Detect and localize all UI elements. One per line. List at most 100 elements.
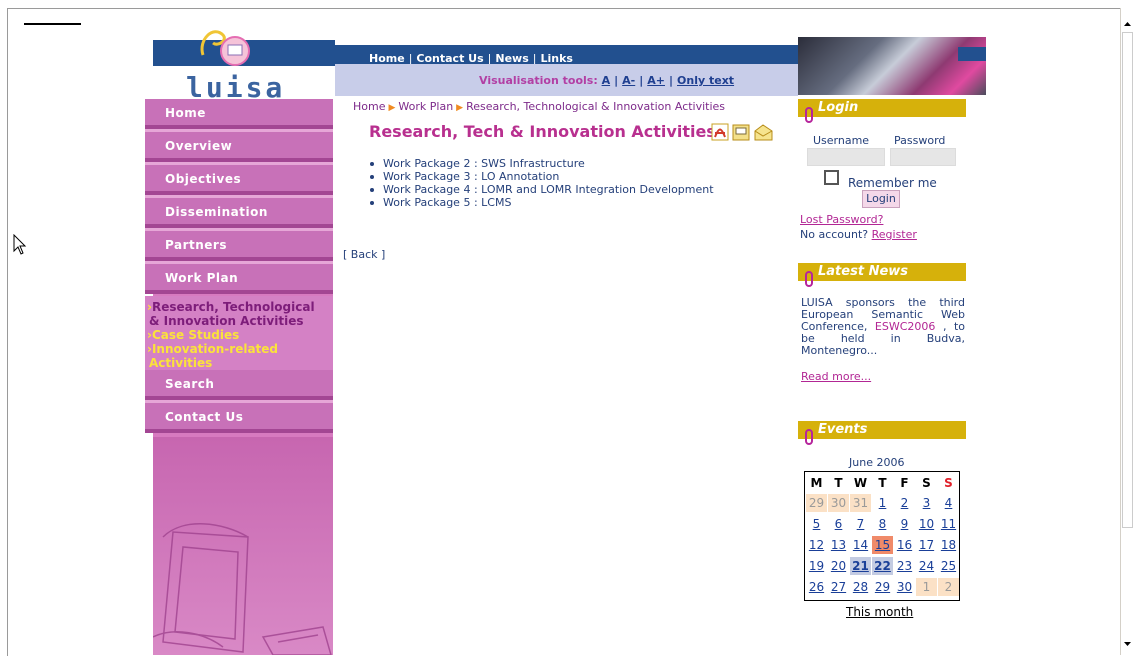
sidebar-item-label: Overview: [165, 139, 233, 153]
email-icon[interactable]: [754, 124, 773, 141]
submenu-item-innovation-line2[interactable]: Activities: [149, 357, 212, 370]
calendar-day[interactable]: 17: [916, 536, 937, 554]
submenu-item-research[interactable]: ›Research, Technological: [147, 301, 315, 314]
calendar-day[interactable]: 7: [850, 515, 871, 533]
login-header: Login: [798, 99, 966, 117]
sidebar-item-contact-us[interactable]: Contact Us: [145, 403, 333, 433]
site-logo[interactable]: luisa: [153, 30, 335, 104]
events-title: Events: [818, 422, 868, 437]
calendar-weekday: T: [878, 476, 887, 490]
calendar-day[interactable]: 23: [894, 557, 915, 575]
calendar-day[interactable]: 3: [916, 494, 937, 512]
viz-font-smaller-link[interactable]: A-: [622, 74, 635, 87]
breadcrumb-home[interactable]: Home: [353, 100, 385, 113]
calendar-day[interactable]: 14: [850, 536, 871, 554]
calendar-weekday: T: [834, 476, 843, 490]
calendar-day[interactable]: 27: [828, 578, 849, 596]
sidebar-item-dissemination[interactable]: Dissemination: [145, 198, 333, 228]
calendar-day[interactable]: 18: [938, 536, 959, 554]
this-month-link[interactable]: This month: [846, 605, 913, 619]
login-button[interactable]: Login: [862, 190, 900, 208]
submenu-item-innovation[interactable]: ›Innovation-related: [147, 343, 278, 356]
viz-font-larger-link[interactable]: A+: [647, 74, 665, 87]
top-nav: Home | Contact Us | News | Links: [335, 45, 798, 65]
sidebar-item-label: Search: [165, 377, 215, 391]
calendar-day[interactable]: 1: [872, 494, 893, 512]
bullet-icon: [370, 201, 374, 205]
calendar-day[interactable]: 5: [806, 515, 827, 533]
username-input[interactable]: [807, 148, 885, 166]
paperclip-icon: [805, 107, 813, 123]
back-link[interactable]: [ Back ]: [343, 248, 385, 261]
password-label: Password: [894, 134, 946, 147]
calendar-day[interactable]: 28: [850, 578, 871, 596]
submenu-item-label: Activities: [149, 356, 213, 370]
calendar-day[interactable]: 12: [806, 536, 827, 554]
calendar-weekday: W: [853, 476, 868, 490]
calendar-day[interactable]: 11: [938, 515, 959, 533]
scroll-down-icon[interactable]: [1121, 638, 1133, 650]
submenu-item-label: & Innovation Activities: [149, 314, 304, 328]
submenu-item-label: Innovation-related: [151, 342, 279, 356]
viz-font-normal-link[interactable]: A: [602, 74, 611, 87]
sidebar-item-work-plan[interactable]: Work Plan: [145, 264, 333, 294]
calendar-day[interactable]: 22: [872, 557, 893, 575]
password-input[interactable]: [890, 148, 956, 166]
calendar-day[interactable]: 4: [938, 494, 959, 512]
logo-graphic-icon: [200, 30, 250, 66]
calendar-day[interactable]: 6: [828, 515, 849, 533]
paperclip-icon: [805, 271, 813, 287]
news-text: LUISA sponsors the third European Semant…: [801, 297, 965, 357]
calendar-day[interactable]: 13: [828, 536, 849, 554]
sidebar-item-overview[interactable]: Overview: [145, 132, 333, 162]
calendar-weekday: S: [922, 476, 931, 490]
calendar-day[interactable]: 29: [872, 578, 893, 596]
sidebar-item-partners[interactable]: Partners: [145, 231, 333, 261]
calendar-weekday: F: [900, 476, 909, 490]
calendar-day[interactable]: 9: [894, 515, 915, 533]
scroll-up-icon[interactable]: [1121, 18, 1133, 30]
calendar-day[interactable]: 25: [938, 557, 959, 575]
bullet-icon: [370, 188, 374, 192]
list-item[interactable]: Work Package 2 : SWS Infrastructure: [370, 157, 714, 170]
sidebar-item-home[interactable]: Home: [145, 99, 333, 129]
calendar-day[interactable]: 16: [894, 536, 915, 554]
calendar-day[interactable]: 26: [806, 578, 827, 596]
calendar-day[interactable]: 20: [828, 557, 849, 575]
list-item-label: Work Package 5 : LCMS: [383, 196, 512, 209]
breadcrumb-current: Research, Technological & Innovation Act…: [466, 100, 726, 113]
breadcrumb-arrow-icon: ▶: [456, 103, 464, 113]
sidebar-item-label: Partners: [165, 238, 227, 252]
submenu-item-research-line2[interactable]: & Innovation Activities: [149, 315, 304, 328]
sidebar-item-objectives[interactable]: Objectives: [145, 165, 333, 195]
calendar-day: 2: [938, 578, 959, 596]
calendar-day: 29: [806, 494, 827, 512]
calendar-day[interactable]: 21: [850, 557, 871, 575]
calendar-day[interactable]: 30: [894, 578, 915, 596]
calendar-day[interactable]: 15: [872, 536, 893, 554]
vertical-scrollbar[interactable]: [1120, 8, 1133, 655]
viz-only-text-link[interactable]: Only text: [677, 74, 734, 87]
list-item[interactable]: Work Package 4 : LOMR and LOMR Integrati…: [370, 183, 714, 196]
scroll-thumb[interactable]: [1122, 32, 1133, 528]
calendar-day[interactable]: 24: [916, 557, 937, 575]
calendar-day[interactable]: 19: [806, 557, 827, 575]
list-item[interactable]: Work Package 5 : LCMS: [370, 196, 714, 209]
sidebar-item-search[interactable]: Search: [145, 370, 333, 400]
print-icon[interactable]: [732, 124, 750, 141]
calendar-day[interactable]: 2: [894, 494, 915, 512]
remember-me-checkbox[interactable]: [824, 170, 839, 185]
list-item[interactable]: Work Package 3 : LO Annotation: [370, 170, 714, 183]
news-header: Latest News: [798, 263, 966, 281]
bullet-icon: [370, 175, 374, 179]
calendar-day[interactable]: 8: [872, 515, 893, 533]
register-link[interactable]: Register: [872, 228, 917, 241]
calendar-day[interactable]: 10: [916, 515, 937, 533]
pdf-icon[interactable]: [711, 123, 729, 141]
read-more-link[interactable]: Read more...: [801, 370, 871, 383]
lost-password-link[interactable]: Lost Password?: [800, 213, 883, 226]
calendar-day: 31: [850, 494, 871, 512]
breadcrumb-work-plan[interactable]: Work Plan: [398, 100, 453, 113]
viz-label: Visualisation tools:: [479, 74, 598, 87]
submenu-item-case-studies[interactable]: ›Case Studies: [147, 329, 239, 342]
